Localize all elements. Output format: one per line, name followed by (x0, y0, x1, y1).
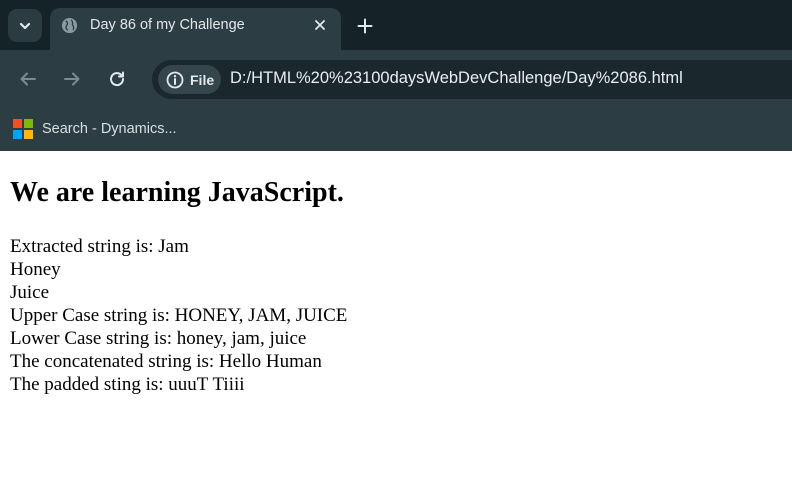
site-info-chip[interactable]: File (158, 65, 221, 94)
back-button[interactable] (16, 67, 40, 91)
address-bar[interactable]: File D:/HTML%20%23100daysWebDevChallenge… (152, 60, 792, 99)
output-line: Honey (10, 259, 61, 280)
close-icon (315, 20, 325, 30)
url-text[interactable]: D:/HTML%20%23100daysWebDevChallenge/Day%… (230, 69, 683, 88)
page-content: We are learning JavaScript. Extracted st… (0, 151, 792, 503)
output-line: The concatenated string is: Hello Human (10, 351, 322, 372)
output-line: Extracted string is: Jam (10, 236, 189, 257)
browser-toolbar: File D:/HTML%20%23100daysWebDevChallenge… (0, 50, 792, 108)
bookmark-item[interactable]: Search - Dynamics... (13, 116, 177, 142)
plus-icon (357, 18, 373, 34)
output-text: Extracted string is: Jam Honey Juice Upp… (10, 235, 347, 396)
reload-icon (110, 71, 125, 87)
arrow-left-icon (20, 72, 36, 86)
reload-button[interactable] (105, 67, 129, 91)
bookmark-label: Search - Dynamics... (42, 121, 177, 137)
output-line: The padded sting is: uuuT Tiiii (10, 374, 245, 395)
info-icon (166, 71, 184, 88)
tab-strip: Day 86 of my Challenge (0, 0, 792, 50)
active-tab[interactable]: Day 86 of my Challenge (50, 8, 341, 50)
tab-close-button[interactable] (311, 16, 329, 34)
microsoft-logo-icon (13, 119, 33, 139)
scheme-label: File (190, 71, 215, 88)
new-tab-button[interactable] (354, 15, 376, 37)
tab-title: Day 86 of my Challenge (90, 17, 245, 33)
tab-search-button[interactable] (8, 9, 42, 42)
output-line: Juice (10, 282, 50, 303)
output-line: Lower Case string is: honey, jam, juice (10, 328, 307, 349)
forward-button[interactable] (60, 67, 84, 91)
bookmarks-bar: Search - Dynamics... (0, 108, 792, 151)
output-line: Upper Case string is: HONEY, JAM, JUICE (10, 305, 348, 326)
arrow-right-icon (64, 72, 80, 86)
chevron-down-icon (19, 22, 31, 29)
globe-icon (61, 17, 78, 34)
page-heading: We are learning JavaScript. (10, 177, 344, 208)
